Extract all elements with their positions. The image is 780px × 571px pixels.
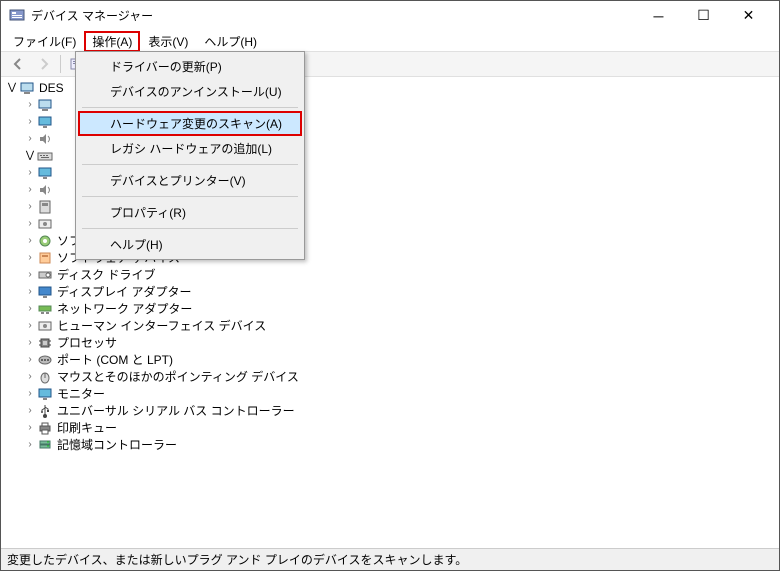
expand-arrow-icon[interactable]: › (23, 371, 37, 382)
tree-item[interactable]: › ポート (COM と LPT) (23, 351, 779, 368)
menu-file[interactable]: ファイル(F) (5, 31, 84, 52)
network-icon (37, 301, 53, 317)
expand-arrow-icon[interactable]: › (23, 337, 37, 348)
keyboard-icon (37, 148, 53, 164)
tree-item-label: マウスとそのほかのポインティング デバイス (57, 368, 299, 385)
minimize-button[interactable]: ─ (636, 2, 681, 30)
tree-item-label: ネットワーク アダプター (57, 300, 192, 317)
tree-item-label: プロセッサ (57, 334, 117, 351)
toolbar-separator (60, 55, 61, 73)
menu-help[interactable]: ヘルプ(H) (196, 31, 265, 52)
computer-icon (19, 80, 35, 96)
expand-arrow-icon[interactable]: › (23, 405, 37, 416)
expand-arrow-icon[interactable]: › (23, 133, 37, 144)
menu-item[interactable]: デバイスとプリンター(V) (78, 168, 302, 193)
tree-item-label: 印刷キュー (57, 419, 117, 436)
tree-item[interactable]: › ネットワーク アダプター (23, 300, 779, 317)
usb-icon (37, 403, 53, 419)
component-icon (37, 233, 53, 249)
menu-item[interactable]: デバイスのアンインストール(U) (78, 79, 302, 104)
menu-separator (82, 107, 298, 108)
tree-item-label: モニター (57, 385, 105, 402)
menubar: ファイル(F) 操作(A) 表示(V) ヘルプ(H) (1, 31, 779, 51)
tree-root-label: DES (39, 81, 64, 95)
forward-button[interactable] (32, 53, 56, 75)
menu-item[interactable]: ヘルプ(H) (78, 232, 302, 257)
menu-separator (82, 196, 298, 197)
window-icon (9, 8, 25, 24)
audio-icon (37, 131, 53, 147)
menu-item[interactable]: プロパティ(R) (78, 200, 302, 225)
expand-arrow-icon[interactable]: › (23, 116, 37, 127)
close-button[interactable]: ✕ (726, 2, 771, 30)
expand-arrow-icon[interactable]: › (23, 320, 37, 331)
expand-arrow-icon[interactable]: › (23, 218, 37, 229)
tree-item-label: ディスク ドライブ (57, 266, 156, 283)
statusbar: 変更したデバイス、または新しいプラグ アンド プレイのデバイスをスキャンします。 (1, 548, 779, 570)
tree-item[interactable]: › マウスとそのほかのポインティング デバイス (23, 368, 779, 385)
expand-arrow-icon[interactable]: › (23, 388, 37, 399)
expand-arrow-icon[interactable]: › (23, 167, 37, 178)
menu-separator (82, 228, 298, 229)
tree-item[interactable]: › モニター (23, 385, 779, 402)
tree-item-label: ヒューマン インターフェイス デバイス (57, 317, 266, 334)
statusbar-text: 変更したデバイス、または新しいプラグ アンド プレイのデバイスをスキャンします。 (7, 551, 467, 568)
expand-arrow-icon[interactable]: › (23, 235, 37, 246)
menu-view[interactable]: 表示(V) (140, 31, 196, 52)
storage-icon (37, 437, 53, 453)
expand-arrow-icon[interactable]: ⋁ (5, 82, 19, 93)
expand-arrow-icon[interactable]: › (23, 303, 37, 314)
hid-icon (37, 216, 53, 232)
maximize-button[interactable]: ☐ (681, 2, 726, 30)
tree-item[interactable]: › 記憶域コントローラー (23, 436, 779, 453)
expand-arrow-icon[interactable]: › (23, 184, 37, 195)
display-icon (37, 284, 53, 300)
printer-icon (37, 420, 53, 436)
titlebar: デバイス マネージャー ─ ☐ ✕ (1, 1, 779, 31)
tree-item[interactable]: › ヒューマン インターフェイス デバイス (23, 317, 779, 334)
hid-icon (37, 318, 53, 334)
audio-icon (37, 182, 53, 198)
monitor-icon (37, 165, 53, 181)
tree-item-label: ディスプレイ アダプター (57, 283, 192, 300)
mouse-icon (37, 369, 53, 385)
computer-icon (37, 97, 53, 113)
expand-arrow-icon[interactable]: › (23, 286, 37, 297)
port-icon (37, 352, 53, 368)
menu-item[interactable]: ドライバーの更新(P) (78, 54, 302, 79)
expand-arrow-icon[interactable]: › (23, 354, 37, 365)
tree-item-label: 記憶域コントローラー (57, 436, 177, 453)
tree-item[interactable]: › ディスプレイ アダプター (23, 283, 779, 300)
expand-arrow-icon[interactable]: › (23, 269, 37, 280)
expand-arrow-icon[interactable]: ⋁ (23, 150, 37, 161)
tree-item-label: ポート (COM と LPT) (57, 351, 173, 368)
monitor-icon (37, 386, 53, 402)
system-icon (37, 199, 53, 215)
software-icon (37, 250, 53, 266)
back-button[interactable] (6, 53, 30, 75)
menu-separator (82, 164, 298, 165)
expand-arrow-icon[interactable]: › (23, 439, 37, 450)
window-title: デバイス マネージャー (31, 7, 636, 24)
menu-action[interactable]: 操作(A) (84, 31, 140, 52)
tree-item-label: ユニバーサル シリアル バス コントローラー (57, 402, 295, 419)
expand-arrow-icon[interactable]: › (23, 422, 37, 433)
cpu-icon (37, 335, 53, 351)
action-dropdown-menu: ドライバーの更新(P)デバイスのアンインストール(U) ハードウェア変更のスキャン… (75, 51, 305, 260)
menu-item[interactable]: ハードウェア変更のスキャン(A) (78, 111, 302, 136)
tree-item[interactable]: › 印刷キュー (23, 419, 779, 436)
tree-item[interactable]: › ユニバーサル シリアル バス コントローラー (23, 402, 779, 419)
disk-icon (37, 267, 53, 283)
menu-item[interactable]: レガシ ハードウェアの追加(L) (78, 136, 302, 161)
window-controls: ─ ☐ ✕ (636, 2, 771, 30)
tree-item[interactable]: › ディスク ドライブ (23, 266, 779, 283)
expand-arrow-icon[interactable]: › (23, 201, 37, 212)
monitor-icon (37, 114, 53, 130)
expand-arrow-icon[interactable]: › (23, 99, 37, 110)
tree-item[interactable]: › プロセッサ (23, 334, 779, 351)
expand-arrow-icon[interactable]: › (23, 252, 37, 263)
